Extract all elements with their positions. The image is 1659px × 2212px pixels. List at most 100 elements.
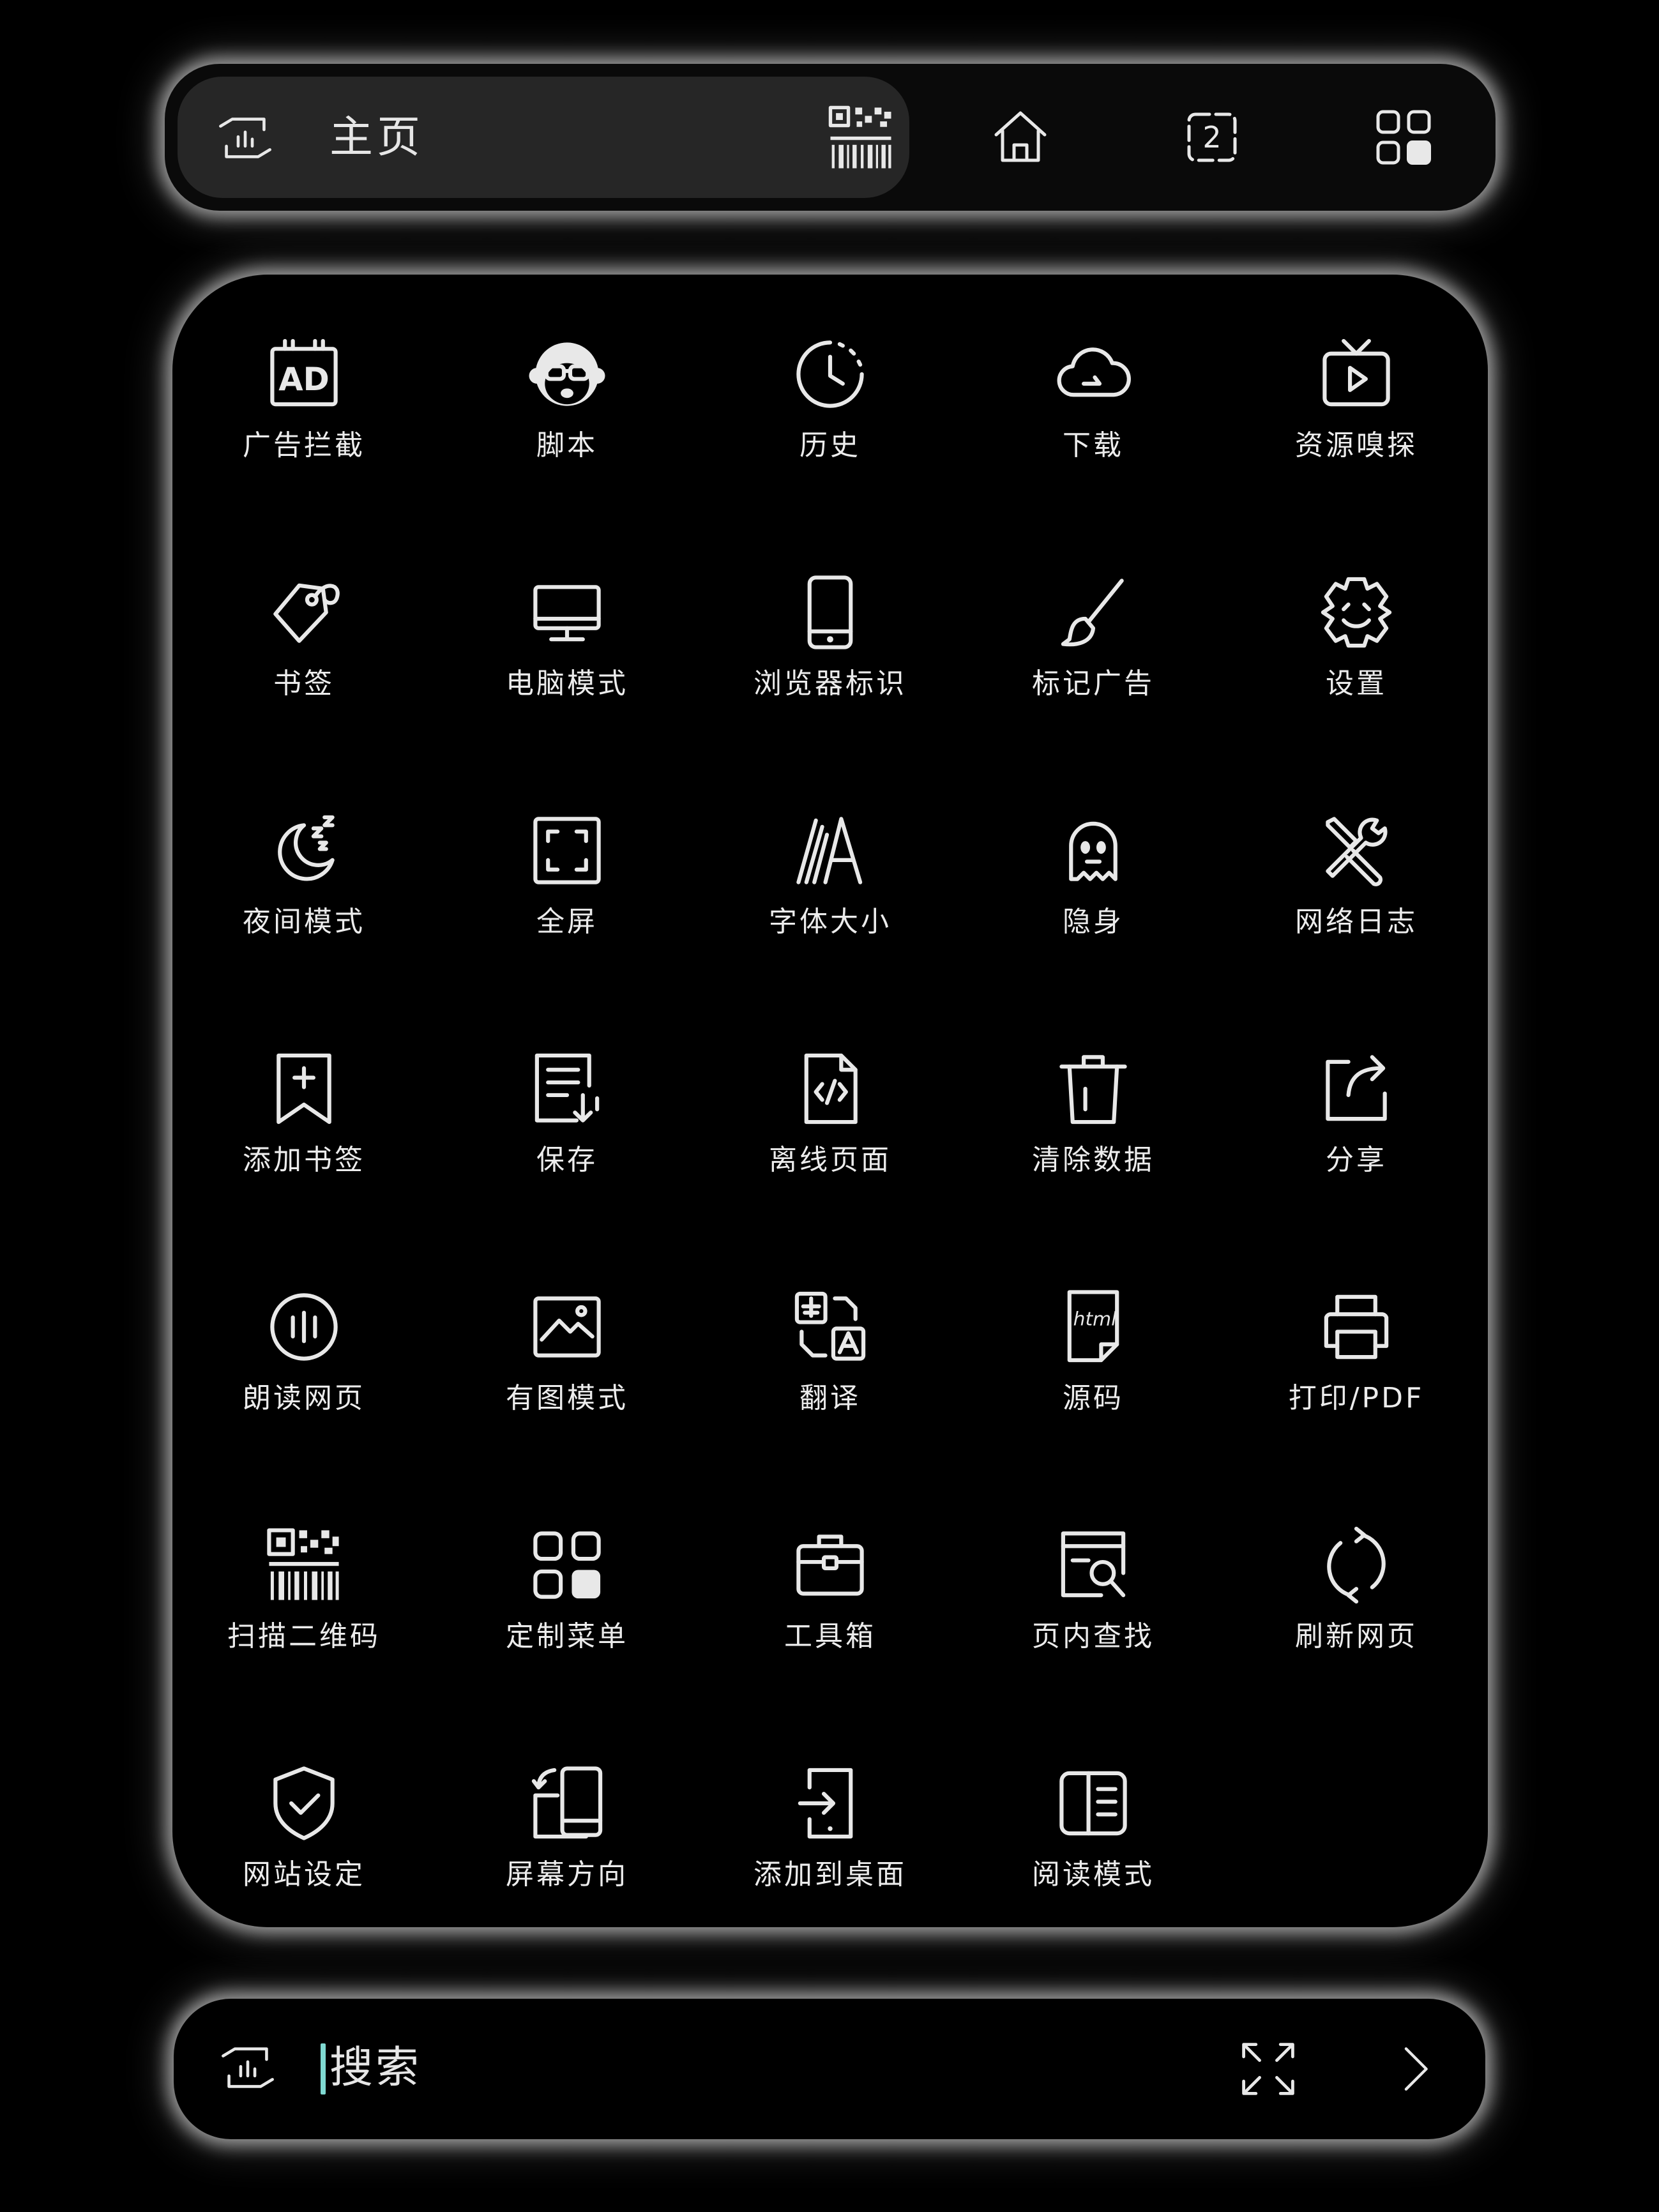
- menu-item-find-in-page[interactable]: 页内查找: [962, 1491, 1225, 1729]
- add-bookmark-icon: [276, 1053, 331, 1125]
- menu-item-label: 分享: [1326, 1144, 1387, 1176]
- save-icon: [534, 1053, 600, 1123]
- add-to-desktop-icon: [798, 1768, 853, 1839]
- menu-item-site-settings[interactable]: 网站设定: [172, 1729, 436, 1967]
- search-input[interactable]: [330, 2036, 1287, 2100]
- menu-item-label: 添加到桌面: [754, 1858, 907, 1891]
- menu-item-label: 资源嗅探: [1295, 429, 1418, 462]
- brush-icon: [1061, 579, 1124, 647]
- menu-item-label: 脚本: [536, 429, 598, 462]
- tabs-icon[interactable]: 2: [1180, 105, 1244, 169]
- menu-item-fullscreen[interactable]: 全屏: [436, 776, 699, 1015]
- menu-item-resource-sniff[interactable]: 资源嗅探: [1225, 300, 1488, 538]
- menu-item-mark-ads[interactable]: 标记广告: [962, 538, 1225, 776]
- menu-item-customize-menu[interactable]: 定制菜单: [436, 1491, 699, 1729]
- image-icon: [533, 1296, 601, 1358]
- menu-item-label: 全屏: [536, 905, 598, 938]
- svg-text:html: html: [1073, 1308, 1117, 1331]
- menu-item-reader-mode[interactable]: 阅读模式: [962, 1729, 1225, 1967]
- home-icon[interactable]: [989, 105, 1052, 169]
- top-bar: 主页 2: [165, 64, 1496, 211]
- menu-item-settings[interactable]: 设置: [1225, 538, 1488, 776]
- menu-item-label: 有图模式: [506, 1382, 628, 1414]
- desktop-icon: [533, 585, 601, 642]
- menu-item-label: 保存: [536, 1144, 598, 1176]
- menu-item-history[interactable]: 历史: [699, 300, 962, 538]
- menu-item-label: 标记广告: [1032, 667, 1155, 700]
- menu-item-label: 隐身: [1063, 905, 1124, 938]
- ad-block-icon: AD: [270, 338, 338, 407]
- menu-item-label: 朗读网页: [243, 1382, 365, 1414]
- menu-item-toolbox[interactable]: 工具箱: [699, 1491, 962, 1729]
- menu-item-source-code[interactable]: html 源码: [962, 1253, 1225, 1491]
- menu-item-user-agent[interactable]: 浏览器标识: [699, 538, 962, 776]
- tools-icon: [1326, 817, 1388, 886]
- menu-item-network-log[interactable]: 网络日志: [1225, 776, 1488, 1015]
- menu-item-label: 屏幕方向: [506, 1858, 628, 1891]
- menu-item-ad-block[interactable]: AD 广告拦截: [172, 300, 436, 538]
- site-icon: [219, 117, 271, 158]
- menu-item-scan-qr[interactable]: 扫描二维码: [172, 1491, 436, 1729]
- menu-item-label: 阅读模式: [1032, 1858, 1155, 1891]
- menu-item-label: 字体大小: [769, 905, 891, 938]
- read-aloud-icon: [270, 1293, 338, 1361]
- menu-item-font-size[interactable]: 字体大小: [699, 776, 962, 1015]
- menu-item-label: 下载: [1063, 429, 1124, 462]
- menu-item-label: 工具箱: [784, 1620, 876, 1653]
- chevron-right-icon[interactable]: [1387, 2041, 1443, 2097]
- menu-item-add-bookmark[interactable]: 添加书签: [172, 1015, 436, 1253]
- menu-item-label: 广告拦截: [243, 429, 365, 462]
- qr-scan-icon: [267, 1528, 339, 1600]
- shield-icon: [273, 1766, 335, 1840]
- menu-item-night-mode[interactable]: 夜间模式: [172, 776, 436, 1015]
- menu-item-script[interactable]: 脚本: [436, 300, 699, 538]
- find-in-page-icon: [1061, 1531, 1126, 1598]
- menu-item-refresh[interactable]: 刷新网页: [1225, 1491, 1488, 1729]
- reader-mode-icon: [1059, 1771, 1127, 1836]
- menu-item-save[interactable]: 保存: [436, 1015, 699, 1253]
- page-title: 主页: [330, 112, 425, 163]
- menu-item-label: 网站设定: [243, 1858, 365, 1891]
- menu-item-read-aloud[interactable]: 朗读网页: [172, 1253, 436, 1491]
- menu-item-label: 电脑模式: [506, 667, 628, 700]
- menu-item-label: 页内查找: [1032, 1620, 1155, 1653]
- menu-item-bookmarks[interactable]: 书签: [172, 538, 436, 776]
- qr-scan-icon[interactable]: [826, 103, 895, 172]
- site-icon[interactable]: [218, 2038, 277, 2097]
- menu-panel: AD 广告拦截 脚本 历史 下载 资源嗅探 书签 电脑模式 浏览器标识 标记广告…: [172, 275, 1488, 1927]
- menu-item-incognito[interactable]: 隐身: [962, 776, 1225, 1015]
- menu-item-print-pdf[interactable]: 打印/PDF: [1225, 1253, 1488, 1491]
- menu-item-clear-data[interactable]: 清除数据: [962, 1015, 1225, 1253]
- rotate-screen-icon: [531, 1766, 603, 1839]
- menu-item-screen-orientation[interactable]: 屏幕方向: [436, 1729, 699, 1967]
- address-bar[interactable]: 主页: [178, 77, 909, 198]
- menu-item-label: 清除数据: [1032, 1144, 1155, 1176]
- menu-item-add-to-desktop[interactable]: 添加到桌面: [699, 1729, 962, 1967]
- search-bar: [174, 1999, 1485, 2139]
- font-size-icon: [796, 817, 863, 884]
- translate-icon: [794, 1291, 866, 1361]
- menu-item-translate[interactable]: 翻译: [699, 1253, 962, 1491]
- share-icon: [1326, 1055, 1387, 1121]
- html-icon: html: [1067, 1290, 1119, 1363]
- toolbox-icon: [796, 1534, 864, 1596]
- menu-item-desktop-mode[interactable]: 电脑模式: [436, 538, 699, 776]
- menu-item-label: 浏览器标识: [754, 667, 907, 700]
- menu-grid-icon[interactable]: [1372, 105, 1436, 169]
- menu-item-share[interactable]: 分享: [1225, 1015, 1488, 1253]
- menu-item-label: 翻译: [799, 1382, 861, 1414]
- grid-menu-icon: [533, 1531, 601, 1599]
- menu-item-label: 扫描二维码: [227, 1620, 381, 1653]
- menu-item-offline-page[interactable]: 离线页面: [699, 1015, 962, 1253]
- menu-item-download[interactable]: 下载: [962, 300, 1225, 538]
- expand-icon[interactable]: [1238, 2038, 1299, 2100]
- menu-item-label: 添加书签: [243, 1144, 365, 1176]
- resource-sniff-icon: [1322, 338, 1390, 407]
- menu-item-label: 源码: [1063, 1382, 1124, 1414]
- menu-item-label: 夜间模式: [243, 905, 365, 938]
- text-cursor: [321, 2043, 326, 2095]
- menu-item-label: 定制菜单: [506, 1620, 628, 1653]
- menu-item-label: 设置: [1326, 667, 1387, 700]
- menu-item-image-mode[interactable]: 有图模式: [436, 1253, 699, 1491]
- svg-text:2: 2: [1202, 120, 1221, 155]
